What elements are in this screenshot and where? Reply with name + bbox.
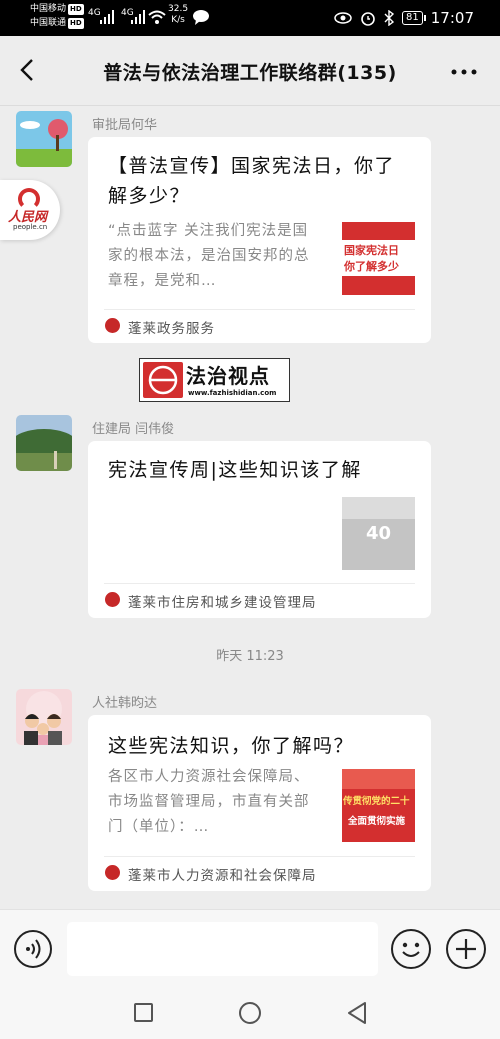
article-thumbnail: 传贯彻党的二十 全面贯彻实施 xyxy=(342,769,415,842)
watermark-logo-icon xyxy=(143,362,183,398)
plus-icon xyxy=(456,939,476,959)
speed-value: 32.5 xyxy=(168,4,189,14)
home-icon[interactable] xyxy=(239,1002,261,1024)
article-description: “点击蓝字 关注我们宪法是国家的根本法，是治国安邦的总章程，是党和… xyxy=(108,223,310,289)
network-type-1: 4G xyxy=(88,8,101,18)
plus-button[interactable] xyxy=(446,929,486,969)
back-icon[interactable] xyxy=(14,56,42,84)
thumbnail-text: 你了解多少 xyxy=(344,260,399,273)
source-logo-icon xyxy=(105,865,120,880)
sender-name: 人社韩昀达 xyxy=(92,696,158,711)
status-bar: 中国移动 HD 中国联通 HD 4G 4G 32.5 K/s 81 17:07 xyxy=(0,0,500,36)
sender-name: 审批局何华 xyxy=(92,118,158,133)
status-right: 81 17:07 xyxy=(334,0,500,36)
source-logo-icon xyxy=(105,318,120,333)
article-card[interactable]: 【普法宣传】国家宪法日，你了解多少？ “点击蓝字 关注我们宪法是国家的根本法，是… xyxy=(88,137,431,343)
thumbnail-text: 国家宪法日 xyxy=(344,244,399,257)
emoji-button[interactable] xyxy=(391,929,431,969)
article-description: 各区市人力资源社会保障局、市场监督管理局，市直有关部门（单位）：… xyxy=(108,769,310,835)
article-thumbnail: 40 xyxy=(342,497,415,570)
message-timestamp: 昨天 11:23 xyxy=(216,649,284,664)
chat-header: 普法与依法治理工作联络群(135) xyxy=(0,36,500,106)
network-speed: 32.5 K/s xyxy=(168,4,188,26)
input-bar xyxy=(0,909,500,987)
system-navigation-bar xyxy=(0,987,500,1039)
article-source: 蓬莱市人力资源和社会保障局 xyxy=(128,868,317,884)
signal-icon xyxy=(131,10,145,24)
system-back-icon[interactable] xyxy=(346,1001,368,1025)
carrier-2: 中国联通 HD xyxy=(30,18,84,29)
sender-name: 住建局 闫伟俊 xyxy=(92,422,175,437)
people-floating-widget[interactable]: 人民网 people.cn xyxy=(0,180,60,240)
avatar[interactable] xyxy=(16,415,72,471)
article-thumbnail: 国家宪法日 你了解多少 xyxy=(342,222,415,295)
article-card[interactable]: 这些宪法知识，你了解吗？ 各区市人力资源社会保障局、市场监督管理局，市直有关部门… xyxy=(88,715,431,891)
source-logo-icon xyxy=(105,592,120,607)
avatar[interactable] xyxy=(16,111,72,167)
thumbnail-text: 传贯彻党的二十 xyxy=(343,796,410,807)
message-input[interactable] xyxy=(67,922,378,976)
battery-indicator: 81 xyxy=(402,11,426,25)
signal-icon xyxy=(100,10,114,24)
alarm-icon xyxy=(361,12,375,26)
carrier-2-label: 中国联通 xyxy=(30,18,67,28)
chat-notification-icon xyxy=(193,10,209,25)
card-divider xyxy=(104,856,415,857)
voice-button[interactable] xyxy=(14,930,52,968)
article-title: 这些宪法知识，你了解吗？ xyxy=(108,735,355,757)
watermark-title: 法治视点 xyxy=(186,364,270,388)
battery-level: 81 xyxy=(406,12,419,23)
clock: 17:07 xyxy=(430,9,474,27)
avatar[interactable] xyxy=(16,689,72,745)
article-title: 【普法宣传】国家宪法日，你了解多少？ xyxy=(108,155,396,207)
watermark-url: www.fazhishidian.com xyxy=(188,389,277,397)
voice-icon xyxy=(26,939,41,959)
carrier-1: 中国移动 HD xyxy=(30,4,84,15)
wifi-icon xyxy=(148,10,166,24)
more-icon[interactable] xyxy=(450,68,478,76)
article-card[interactable]: 宪法宣传周|这些知识该了解 40 蓬莱市住房和城乡建设管理局 xyxy=(88,441,431,618)
article-title: 宪法宣传周|这些知识该了解 xyxy=(108,459,362,481)
card-divider xyxy=(104,583,415,584)
article-source: 蓬莱市住房和城乡建设管理局 xyxy=(128,595,317,611)
card-divider xyxy=(104,309,415,310)
bluetooth-icon xyxy=(384,10,395,26)
speed-unit: K/s xyxy=(171,15,185,25)
hd-badge: HD xyxy=(68,4,84,15)
watermark-banner: 法治视点 www.fazhishidian.com xyxy=(139,358,290,402)
hd-badge: HD xyxy=(68,18,84,29)
thumbnail-text: 40 xyxy=(366,523,392,544)
page-title: 普法与依法治理工作联络群(135) xyxy=(103,62,397,84)
article-source: 蓬莱政务服务 xyxy=(128,321,215,337)
eye-icon xyxy=(334,12,352,24)
carrier-1-label: 中国移动 xyxy=(30,4,67,14)
recent-apps-icon[interactable] xyxy=(134,1003,153,1022)
emoji-icon xyxy=(402,942,420,957)
thumbnail-text: 全面贯彻实施 xyxy=(348,816,406,827)
people-url: people.cn xyxy=(13,223,48,231)
